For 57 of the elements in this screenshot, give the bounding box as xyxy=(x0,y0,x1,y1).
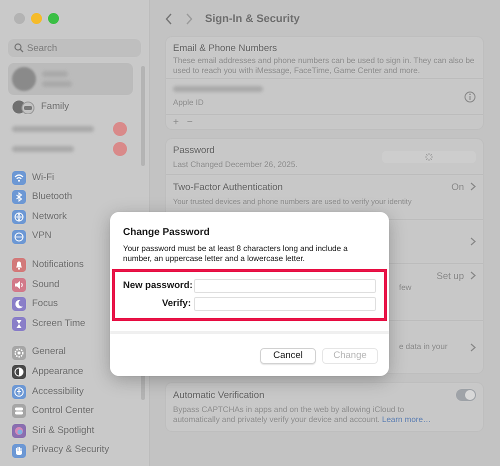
family-icon xyxy=(12,100,35,114)
search-icon xyxy=(14,43,24,53)
row-value: On xyxy=(451,181,464,195)
sidebar-item[interactable]: Bluetooth xyxy=(32,190,72,205)
forward-button[interactable] xyxy=(185,13,193,25)
row-description: few xyxy=(399,282,412,294)
password-field[interactable] xyxy=(194,297,376,312)
sidebar-item[interactable]: Focus xyxy=(32,297,58,312)
minimize-button[interactable] xyxy=(31,13,42,24)
page-title: Sign-In & Security xyxy=(205,12,300,27)
alert-dot xyxy=(113,142,127,156)
row-title: Two-Factor Authentication xyxy=(173,181,284,195)
chevron-icon[interactable] xyxy=(470,182,476,191)
zoom-button[interactable] xyxy=(48,13,59,24)
dialog-button[interactable]: Cancel xyxy=(260,348,316,364)
row-title: Password xyxy=(173,144,216,158)
sidebar-item[interactable]: Siri & Spotlight xyxy=(32,424,94,438)
remove-button[interactable]: − xyxy=(186,114,193,130)
sidebar-item[interactable]: Control Center xyxy=(32,404,94,418)
info-icon[interactable] xyxy=(464,90,476,102)
learn-more-link[interactable]: Learn more… xyxy=(382,414,431,424)
row-description: Bypass CAPTCHAs in apps and on the web by allowing iCloud to automatically and privately verify your device and account. Learn more… xyxy=(173,405,432,424)
card-description: These email addresses and phone numbers can be used to sign in. They can also be used to reach you with iMessage, FaceTime, Game Center and more. xyxy=(173,56,476,76)
field-label: New password: xyxy=(123,278,191,293)
dialog-message: Your password must be at least 8 characters long and include a number, an uppercase letter and a lowercase letter. xyxy=(122,243,349,265)
sidebar-item[interactable]: Appearance xyxy=(32,365,84,380)
sidebar-item[interactable]: General xyxy=(32,345,66,360)
sidebar-item[interactable]: Wi-Fi xyxy=(32,170,54,185)
redacted-text xyxy=(12,146,74,152)
sidebar-item[interactable]: Notifications xyxy=(32,258,84,272)
row-value: Set up xyxy=(436,270,464,284)
avatar xyxy=(12,67,36,91)
card-title: Email & Phone Numbers xyxy=(173,42,278,56)
sidebar-item[interactable]: VPN xyxy=(32,229,52,244)
dialog-title: Change Password xyxy=(122,226,211,240)
field-label: Verify: xyxy=(160,297,191,312)
sidebar-item[interactable]: Sound xyxy=(32,278,60,292)
alert-dot xyxy=(113,122,127,136)
chevron-icon[interactable] xyxy=(470,237,476,246)
chevron-icon[interactable] xyxy=(470,342,476,352)
field-caption: Apple ID xyxy=(173,98,205,108)
sidebar-item[interactable]: Network xyxy=(32,210,67,224)
chevron-icon[interactable] xyxy=(470,271,476,280)
back-button[interactable] xyxy=(165,13,173,25)
sidebar-item[interactable]: Privacy & Security xyxy=(32,443,110,458)
row-description: Last Changed December 26, 2025. xyxy=(173,160,299,170)
search-field[interactable]: Search xyxy=(8,39,141,57)
toggle-switch[interactable] xyxy=(456,389,476,401)
row-description: e data in your xyxy=(399,341,448,353)
sidebar-item[interactable]: Screen Time xyxy=(32,316,86,332)
sidebar-item[interactable]: Family xyxy=(41,100,69,114)
password-field[interactable] xyxy=(194,278,376,293)
account-row[interactable] xyxy=(8,63,133,95)
row-title: Automatic Verification xyxy=(173,389,266,403)
sidebar-item[interactable]: Accessibility xyxy=(32,384,84,399)
spinner-icon xyxy=(424,152,434,162)
add-button[interactable]: + xyxy=(173,114,179,130)
